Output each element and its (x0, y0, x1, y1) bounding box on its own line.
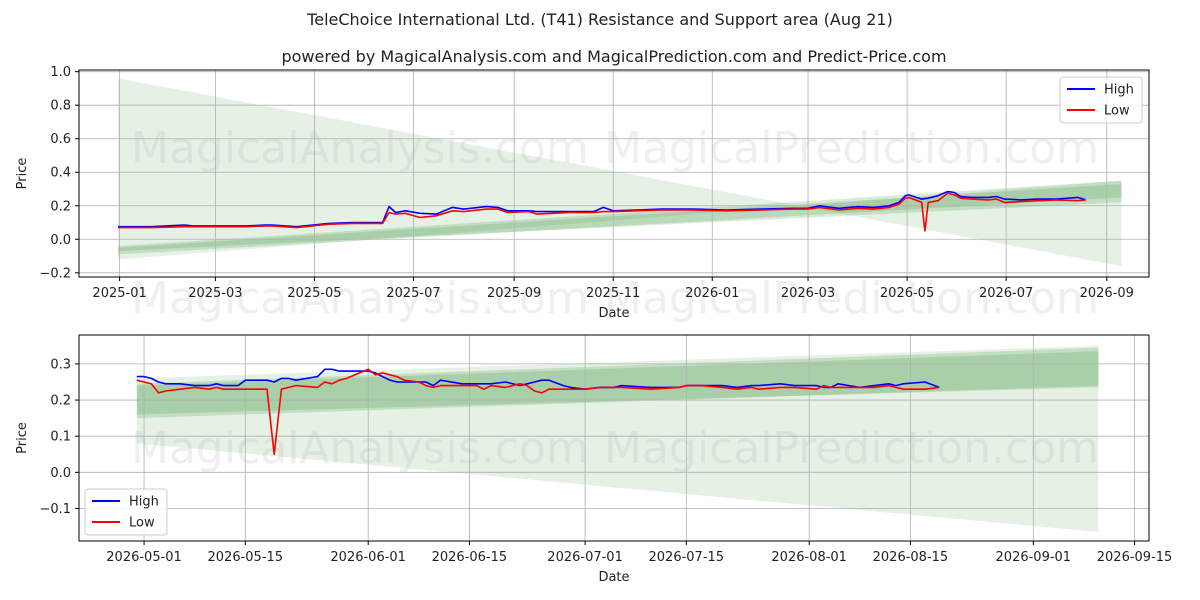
x-tick-label: 2026-05-01 (106, 550, 182, 565)
x-tick-label: 2025-03 (188, 286, 242, 301)
x-tick-label: 2026-09-15 (1097, 550, 1173, 565)
x-axis-label: Date (598, 306, 629, 321)
watermark-text: MagicalPrediction.com (604, 423, 1099, 474)
legend-label-low: Low (129, 516, 155, 531)
y-axis-label: Price (15, 422, 30, 454)
x-tick-label: 2026-09 (1080, 286, 1134, 301)
watermark-text: MagicalAnalysis.com (131, 123, 589, 174)
upper-chart-panel: MagicalAnalysis.com MagicalPrediction.com… (15, 65, 1150, 324)
chart-subtitle: powered by MagicalAnalysis.com and Magic… (281, 47, 946, 66)
y-tick-label: 0.1 (50, 430, 71, 445)
y-tick-label: 0.3 (50, 357, 71, 372)
x-tick-label: 2026-09-01 (996, 550, 1072, 565)
watermark-text: MagicalPrediction.com (604, 123, 1099, 174)
x-tick-label: 2026-08-15 (873, 550, 949, 565)
legend-label-high: High (1104, 83, 1134, 98)
x-tick-label: 2025-07 (386, 286, 440, 301)
chart-title: TeleChoice International Ltd. (T41) Resi… (306, 10, 893, 29)
y-tick-label: 0.4 (50, 166, 71, 181)
x-tick-label: 2025-11 (586, 286, 640, 301)
x-tick-label: 2026-05-15 (208, 550, 284, 565)
legend-label-high: High (129, 495, 159, 510)
y-axis-label: Price (15, 158, 30, 190)
legend: High Low (84, 488, 168, 536)
x-tick-label: 2026-03 (781, 286, 835, 301)
y-tick-label: −0.2 (39, 266, 71, 281)
watermark-text: MagicalAnalysis.com (131, 423, 589, 474)
y-tick-label: 0.8 (50, 99, 71, 114)
legend-label-low: Low (1104, 104, 1130, 119)
y-tick-label: 1.0 (50, 65, 71, 80)
figure: TeleChoice International Ltd. (T41) Resi… (15, 10, 1173, 585)
y-tick-label: 0.0 (50, 466, 71, 481)
x-axis-label: Date (598, 570, 629, 585)
x-tick-label: 2026-01 (685, 286, 739, 301)
x-tick-label: 2026-07-01 (547, 550, 623, 565)
x-tick-label: 2025-05 (287, 286, 341, 301)
x-tick-label: 2026-08-01 (771, 550, 847, 565)
x-tick-label: 2026-07 (979, 286, 1033, 301)
x-tick-label: 2026-07-15 (649, 550, 725, 565)
lower-chart-panel: MagicalAnalysis.com MagicalPrediction.com… (15, 334, 1173, 585)
legend: High Low (1059, 76, 1143, 124)
x-tick-label: 2025-01 (92, 286, 146, 301)
y-tick-label: −0.1 (39, 502, 71, 517)
x-tick-label: 2025-09 (487, 286, 541, 301)
x-tick-label: 2026-06-01 (330, 550, 406, 565)
y-tick-label: 0.2 (50, 394, 71, 409)
y-tick-label: 0.0 (50, 233, 71, 248)
y-tick-label: 0.6 (50, 132, 71, 147)
x-tick-label: 2026-06-15 (432, 550, 508, 565)
x-tick-label: 2026-05 (880, 286, 934, 301)
y-tick-label: 0.2 (50, 199, 71, 214)
